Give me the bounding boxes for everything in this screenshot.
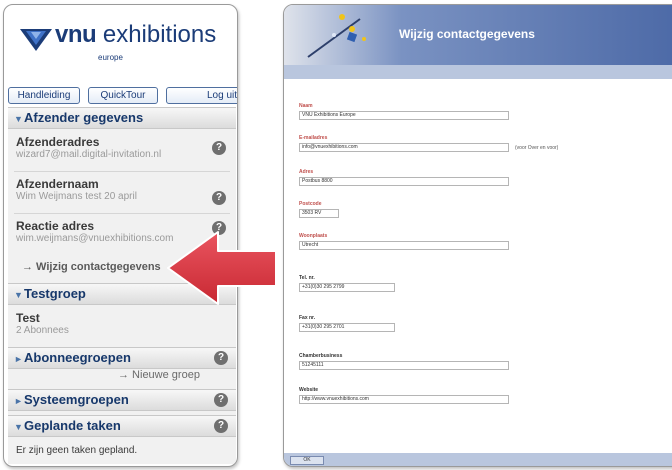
divider [14, 171, 230, 172]
field-label-tel: Tel. nr. [299, 275, 315, 281]
field-label-adres: Adres [299, 169, 314, 175]
list-item-afzendernaam[interactable]: Afzendernaam Wim Weijmans test 20 april … [8, 177, 236, 209]
expand-right-icon: ► [14, 354, 23, 364]
kvk-input[interactable]: 51245111 [299, 361, 509, 370]
list-item-reactie-adres[interactable]: Reactie adres wim.weijmans@vnuexhibition… [8, 219, 236, 251]
nieuwe-groep-link[interactable]: → Nieuwe groep [118, 369, 200, 381]
email-input[interactable]: info@vnuexhibitions.com [299, 143, 509, 152]
list-item-test[interactable]: Test 2 Abonnees [8, 311, 236, 341]
section-header-geplande-taken[interactable]: ▼Geplande taken ? [8, 415, 236, 437]
magic-wand-icon [307, 14, 366, 58]
field-label-website: Website [299, 387, 319, 393]
field-label-naam: Naam [299, 103, 313, 109]
field-label-fax: Fax nr. [299, 315, 316, 321]
adres-input[interactable]: Postbus 8800 [299, 177, 509, 186]
vnu-logo: vnu exhibitions europe [20, 19, 230, 69]
field-label-postcode: Postcode [299, 201, 322, 207]
naam-input[interactable]: VNU Exhibitions Europe [299, 111, 509, 120]
list-item-afzenderadres[interactable]: Afzenderadres wizard7@mail.digital-invit… [8, 135, 236, 167]
dialog-subbar [284, 65, 672, 79]
expand-down-icon: ▼ [14, 422, 23, 432]
help-icon[interactable]: ? [212, 221, 226, 235]
field-label-woonplaats: Woonplaats [299, 233, 328, 239]
dialog-footer: OK [284, 453, 672, 466]
contact-dialog: Wijzig contactgegevens Naam VNU Exhibiti… [283, 4, 672, 467]
help-icon[interactable]: ? [214, 419, 228, 433]
ok-button[interactable]: OK [290, 456, 324, 465]
woonplaats-input[interactable]: Utrecht [299, 241, 509, 250]
tel-input[interactable]: +31(0)30 295 2799 [299, 283, 395, 292]
contact-form: Naam VNU Exhibitions Europe E-mailadres … [284, 79, 672, 453]
no-tasks-text: Er zijn geen taken gepland. [16, 445, 138, 456]
website-input[interactable]: http://www.vnuexhibitions.com [299, 395, 509, 404]
tab-log-uit[interactable]: Log uit [166, 87, 237, 104]
email-note: (voor Over en voor) [515, 145, 559, 151]
logo-subtitle: europe [98, 53, 123, 62]
wijzig-contactgegevens-link[interactable]: → Wijzig contactgegevens [22, 261, 161, 273]
top-nav: Handleiding QuickTour Log uit [8, 87, 237, 105]
section-header-systeemgroepen[interactable]: ►Systeemgroepen ? [8, 389, 236, 411]
field-label-email: E-mailadres [299, 135, 328, 141]
help-icon[interactable]: ? [212, 141, 226, 155]
section-header-testgroep[interactable]: ▼Testgroep [8, 283, 236, 305]
help-icon[interactable]: ? [212, 191, 226, 205]
help-icon[interactable]: ? [214, 351, 228, 365]
dialog-header: Wijzig contactgegevens [284, 5, 672, 65]
divider [14, 213, 230, 214]
field-label-kvk: Chamberbusiness [299, 353, 343, 359]
logo-wordmark: vnu exhibitions [55, 21, 217, 48]
postcode-input[interactable]: 3503 RV [299, 209, 339, 218]
help-icon[interactable]: ? [214, 393, 228, 407]
tab-handleiding[interactable]: Handleiding [8, 87, 80, 104]
section-header-afzender[interactable]: ▼Afzender gegevens [8, 107, 236, 129]
sidebar-panel: vnu exhibitions europe Handleiding Quick… [3, 4, 238, 467]
expand-right-icon: ► [14, 396, 23, 406]
sidebar-sections: ▼Afzender gegevens Afzenderadres wizard7… [8, 107, 236, 464]
dialog-title: Wijzig contactgegevens [399, 27, 535, 41]
tab-quicktour[interactable]: QuickTour [88, 87, 158, 104]
section-header-abonneegroepen[interactable]: ►Abonneegroepen ? [8, 347, 236, 369]
vnu-logo-icon [20, 29, 52, 51]
expand-down-icon: ▼ [14, 114, 23, 124]
fax-input[interactable]: +31(0)30 295 2701 [299, 323, 395, 332]
expand-down-icon: ▼ [14, 290, 23, 300]
